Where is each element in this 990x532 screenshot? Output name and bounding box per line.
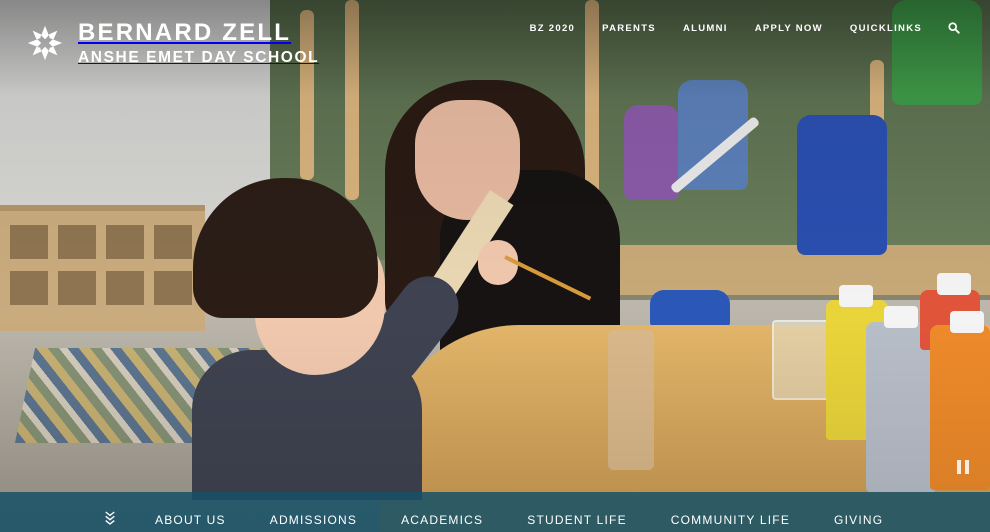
pause-icon[interactable] [957, 460, 969, 474]
school-name-line2: ANSHE EMET DAY SCHOOL [78, 49, 320, 66]
nav-link-alumni[interactable]: ALUMNI [683, 23, 728, 34]
star-flower-logo-icon [27, 26, 63, 61]
main-nav-about-us[interactable]: ABOUT US [155, 513, 226, 527]
nav-link-parents[interactable]: PARENTS [602, 23, 656, 34]
main-nav-admissions[interactable]: ADMISSIONS [270, 513, 357, 527]
search-icon[interactable] [948, 21, 962, 35]
nav-link-apply-now[interactable]: APPLY NOW [755, 23, 823, 34]
main-nav-student-life[interactable]: STUDENT LIFE [527, 513, 627, 527]
main-nav-giving[interactable]: GIVING [834, 513, 883, 527]
school-logo-link[interactable]: BERNARD ZELL ANSHE EMET DAY SCHOOL [26, 21, 319, 66]
hero-background-image [0, 0, 990, 532]
main-nav-community-life[interactable]: COMMUNITY LIFE [671, 513, 790, 527]
utility-nav: BZ 2020 PARENTS ALUMNI APPLY NOW QUICKLI… [503, 21, 962, 35]
main-nav-bar: ABOUT US ADMISSIONS ACADEMICS STUDENT LI… [0, 492, 990, 532]
nav-link-quicklinks[interactable]: QUICKLINKS [850, 23, 922, 34]
double-chevron-down-icon[interactable] [104, 510, 118, 528]
school-name-line1: BERNARD ZELL [78, 19, 292, 46]
nav-link-bz-2020[interactable]: BZ 2020 [530, 23, 576, 34]
main-nav-academics[interactable]: ACADEMICS [401, 513, 483, 527]
